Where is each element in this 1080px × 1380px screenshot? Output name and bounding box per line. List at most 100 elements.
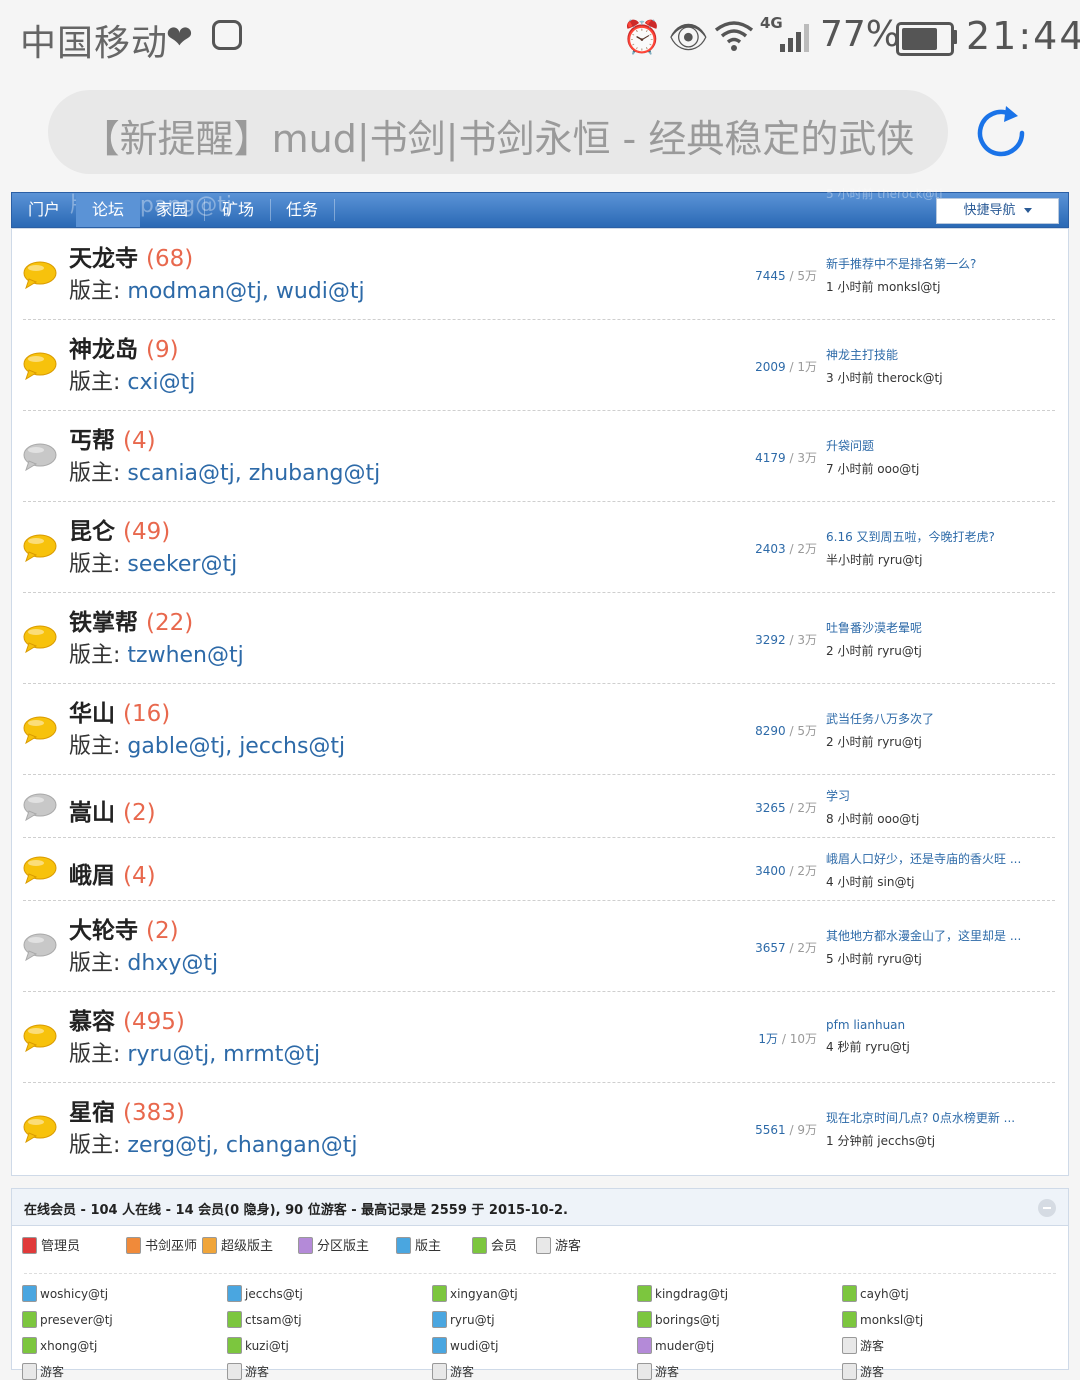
- online-member[interactable]: kingdrag@tj: [637, 1285, 728, 1302]
- moderator-links[interactable]: ryru@tj, mrmt@tj: [127, 1042, 320, 1067]
- forum-row[interactable]: 铁掌帮 (22) 版主: tzwhen@tj 3292 / 3万 吐鲁番沙漠老晕呢 2 …: [23, 593, 1055, 684]
- forum-name-line[interactable]: 铁掌帮 (22): [69, 603, 193, 637]
- forum-name[interactable]: 神龙岛: [69, 337, 138, 363]
- forum-row[interactable]: 天龙寺 (68) 版主: modman@tj, wudi@tj 7445 / 5万新…: [23, 229, 1055, 320]
- moderator-links[interactable]: scania@tj, zhubang@tj: [127, 461, 380, 486]
- online-member[interactable]: xingyan@tj: [432, 1285, 518, 1302]
- last-post-title[interactable]: 其他地方都水漫金山了，这里却是 ...: [826, 927, 1051, 944]
- member-name[interactable]: ryru@tj: [450, 1313, 495, 1327]
- member-name[interactable]: cayh@tj: [860, 1287, 909, 1301]
- forum-name[interactable]: 昆仑: [69, 519, 115, 545]
- forum-name-line[interactable]: 丐帮 (4): [69, 421, 156, 455]
- forum-name[interactable]: 嵩山: [69, 800, 115, 826]
- forum-name-line[interactable]: 大轮寺 (2): [69, 911, 179, 945]
- online-member[interactable]: cayh@tj: [842, 1285, 909, 1302]
- member-name[interactable]: jecchs@tj: [245, 1287, 303, 1301]
- reload-icon[interactable]: [972, 104, 1030, 162]
- forum-name[interactable]: 天龙寺: [69, 246, 138, 272]
- forum-name-line[interactable]: 神龙岛 (9): [69, 330, 179, 364]
- member-name[interactable]: kingdrag@tj: [655, 1287, 728, 1301]
- member-name[interactable]: woshicy@tj: [40, 1287, 108, 1301]
- forum-name[interactable]: 星宿: [69, 1100, 115, 1126]
- online-member[interactable]: muder@tj: [637, 1337, 714, 1354]
- forum-name[interactable]: 峨眉: [69, 863, 115, 889]
- online-member[interactable]: monksl@tj: [842, 1311, 923, 1328]
- member-name[interactable]: 游客: [655, 1365, 679, 1379]
- online-member[interactable]: xhong@tj: [22, 1337, 97, 1354]
- forum-name-line[interactable]: 嵩山 (2): [69, 793, 156, 827]
- quick-nav-button[interactable]: 快捷导航: [936, 198, 1059, 224]
- member-name[interactable]: 游客: [450, 1365, 474, 1379]
- member-name[interactable]: presever@tj: [40, 1313, 113, 1327]
- forum-name[interactable]: 丐帮: [69, 428, 115, 454]
- member-name[interactable]: xingyan@tj: [450, 1287, 518, 1301]
- forum-row[interactable]: 嵩山 (2) 3265 / 2万 学习 8 小时前 ooo@tj: [23, 775, 1055, 838]
- member-name[interactable]: 游客: [245, 1365, 269, 1379]
- last-post-title[interactable]: 神龙主打技能: [826, 346, 1051, 363]
- last-post-title[interactable]: 升袋问题: [826, 437, 1051, 454]
- last-post-title[interactable]: 6.16 又到周五啦，今晚打老虎?: [826, 528, 1051, 545]
- forum-name-line[interactable]: 星宿 (383): [69, 1093, 185, 1127]
- moderator-links[interactable]: modman@tj, wudi@tj: [127, 279, 364, 304]
- online-member[interactable]: jecchs@tj: [227, 1285, 303, 1302]
- forum-name[interactable]: 大轮寺: [69, 918, 138, 944]
- forum-row[interactable]: 峨眉 (4) 3400 / 2万 峨眉人口好少，还是寺庙的香火旺 ... 4 小时前 …: [23, 838, 1055, 901]
- member-name[interactable]: muder@tj: [655, 1339, 714, 1353]
- address-bar[interactable]: 【新提醒】mud|书剑|书剑永恒 - 经典稳定的武侠: [48, 90, 948, 174]
- forum-name[interactable]: 慕容: [69, 1009, 115, 1035]
- last-post-title[interactable]: 学习: [826, 787, 1051, 804]
- last-post-title[interactable]: 峨眉人口好少，还是寺庙的香火旺 ...: [826, 850, 1051, 867]
- forum-name-line[interactable]: 天龙寺 (68): [69, 239, 193, 273]
- online-member[interactable]: ryru@tj: [432, 1311, 495, 1328]
- forum-row[interactable]: 丐帮 (4) 版主: scania@tj, zhubang@tj 4179 / 3万…: [23, 411, 1055, 502]
- moderator-links[interactable]: tzwhen@tj: [127, 643, 243, 668]
- member-name[interactable]: 游客: [860, 1339, 884, 1353]
- last-post-title[interactable]: 吐鲁番沙漠老晕呢: [826, 619, 1051, 636]
- last-post-title[interactable]: 新手推荐中不是排名第一么?: [826, 255, 1051, 272]
- online-member[interactable]: 游客: [227, 1363, 269, 1380]
- online-member[interactable]: borings@tj: [637, 1311, 720, 1328]
- forum-row[interactable]: 大轮寺 (2) 版主: dhxy@tj 3657 / 2万 其他地方都水漫金山了，这里…: [23, 901, 1055, 992]
- member-name[interactable]: monksl@tj: [860, 1313, 923, 1327]
- forum-name[interactable]: 华山: [69, 701, 115, 727]
- member-name[interactable]: 游客: [860, 1365, 884, 1379]
- moderator-links[interactable]: zerg@tj, changan@tj: [127, 1133, 357, 1158]
- forum-name[interactable]: 铁掌帮: [69, 610, 138, 636]
- moderator-links[interactable]: seeker@tj: [127, 552, 237, 577]
- forum-name-line[interactable]: 峨眉 (4): [69, 856, 156, 890]
- nav-tab-forum[interactable]: 论坛: [76, 193, 141, 227]
- forum-row[interactable]: 神龙岛 (9) 版主: cxi@tj 2009 / 1万 神龙主打技能 3 小时前 th…: [23, 320, 1055, 411]
- member-name[interactable]: borings@tj: [655, 1313, 720, 1327]
- member-name[interactable]: 游客: [40, 1365, 64, 1379]
- member-name[interactable]: kuzi@tj: [245, 1339, 289, 1353]
- last-post-title[interactable]: pfm lianhuan: [826, 1018, 1051, 1032]
- moderator-links[interactable]: cxi@tj: [127, 370, 195, 395]
- forum-row[interactable]: 慕容 (495) 版主: ryru@tj, mrmt@tj 1万 / 10万 pfm …: [23, 992, 1055, 1083]
- online-member[interactable]: 游客: [637, 1363, 679, 1380]
- nav-tab-task[interactable]: 任务: [270, 199, 336, 221]
- member-name[interactable]: wudi@tj: [450, 1339, 498, 1353]
- member-name[interactable]: xhong@tj: [40, 1339, 97, 1353]
- online-member[interactable]: presever@tj: [22, 1311, 113, 1328]
- nav-tab-home[interactable]: 家园: [140, 199, 206, 221]
- online-member[interactable]: 游客: [432, 1363, 474, 1380]
- online-member[interactable]: kuzi@tj: [227, 1337, 289, 1354]
- member-name[interactable]: ctsam@tj: [245, 1313, 302, 1327]
- nav-tab-portal[interactable]: 门户: [12, 199, 78, 221]
- collapse-icon[interactable]: [1038, 1199, 1056, 1217]
- online-member[interactable]: 游客: [842, 1337, 884, 1354]
- forum-row[interactable]: 星宿 (383) 版主: zerg@tj, changan@tj 5561 / 9万…: [23, 1083, 1055, 1174]
- moderator-links[interactable]: dhxy@tj: [127, 951, 218, 976]
- forum-name-line[interactable]: 昆仑 (49): [69, 512, 170, 546]
- nav-tab-mine[interactable]: 矿场: [206, 199, 272, 221]
- online-member[interactable]: 游客: [842, 1363, 884, 1380]
- moderator-links[interactable]: gable@tj, jecchs@tj: [127, 734, 345, 759]
- online-member[interactable]: 游客: [22, 1363, 64, 1380]
- last-post-title[interactable]: 现在北京时间几点? 0点水榜更新 ...: [826, 1109, 1051, 1126]
- forum-name-line[interactable]: 慕容 (495): [69, 1002, 185, 1036]
- online-member[interactable]: woshicy@tj: [22, 1285, 108, 1302]
- forum-row[interactable]: 昆仑 (49) 版主: seeker@tj 2403 / 2万 6.16 又到周五啦，…: [23, 502, 1055, 593]
- online-member[interactable]: wudi@tj: [432, 1337, 498, 1354]
- last-post-title[interactable]: 武当任务八万多次了: [826, 710, 1051, 727]
- forum-name-line[interactable]: 华山 (16): [69, 694, 170, 728]
